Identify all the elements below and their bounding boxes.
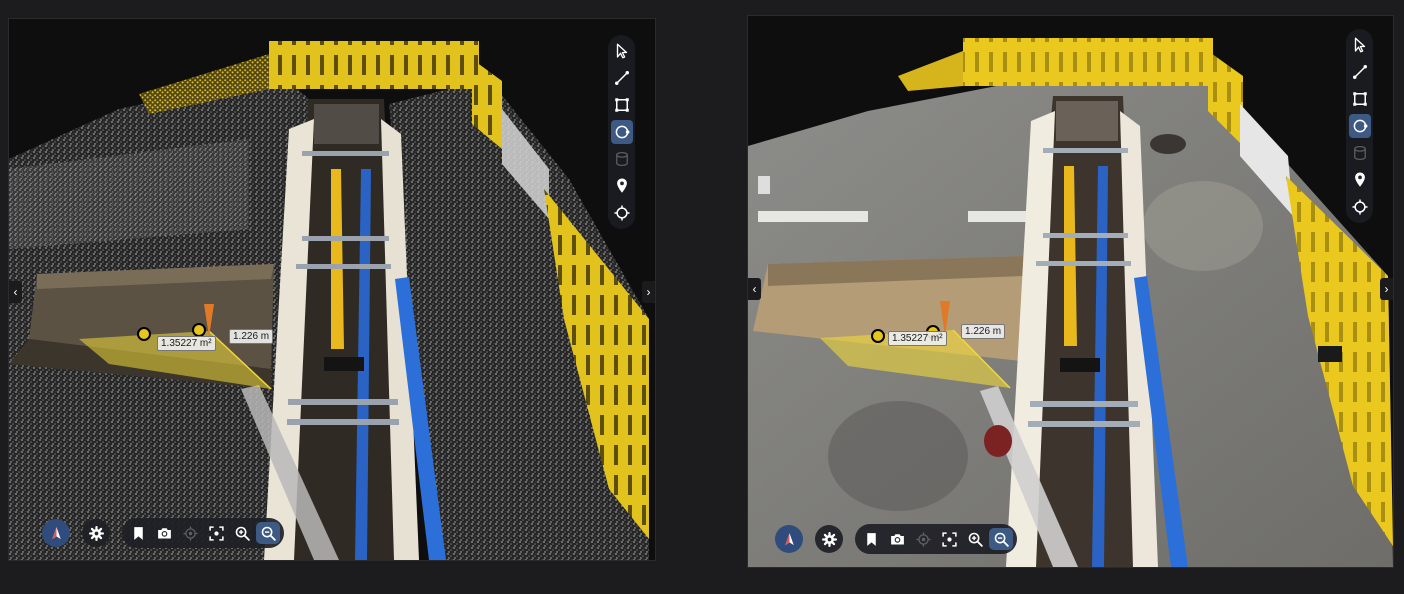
focus-icon — [208, 525, 224, 541]
bottom-controls — [775, 524, 1017, 554]
location-pin-icon — [1354, 172, 1365, 187]
target-icon — [182, 525, 198, 541]
zoom-in-button[interactable] — [230, 522, 254, 544]
camera-icon — [890, 533, 904, 544]
line-measure-icon — [614, 71, 629, 85]
compass-button[interactable] — [775, 525, 803, 553]
target-icon — [915, 531, 931, 547]
volume-measure-button[interactable] — [611, 147, 633, 171]
point-measure-button[interactable] — [611, 201, 633, 225]
volume-icon — [1353, 145, 1366, 161]
bottom-controls — [42, 518, 284, 548]
area-measure-button[interactable] — [611, 93, 633, 117]
compass-icon — [51, 526, 61, 539]
settings-button[interactable] — [82, 519, 110, 547]
zoom-out-icon — [994, 532, 1009, 547]
bookmark-icon — [133, 526, 143, 540]
place-marker-button[interactable] — [1349, 168, 1371, 192]
previous-view-arrow[interactable]: ‹ — [9, 281, 22, 303]
focus-icon — [941, 531, 957, 547]
gear-icon — [821, 531, 837, 547]
bookmark-icon — [866, 532, 876, 546]
previous-view-arrow[interactable]: ‹ — [748, 278, 761, 300]
point-cloud-viewer[interactable]: 1.35227 m² 1.226 m ‹ › — [8, 18, 656, 561]
locate-button[interactable] — [178, 522, 202, 544]
point-cloud-scene[interactable] — [9, 19, 655, 560]
locate-button[interactable] — [911, 528, 935, 550]
gear-icon — [88, 525, 104, 541]
area-measure-button[interactable] — [1349, 87, 1371, 111]
line-measure-button[interactable] — [611, 66, 633, 90]
textured-mesh-viewer[interactable]: 1.35227 m² 1.226 m ‹ › — [747, 15, 1394, 568]
area-measurement-label[interactable]: 1.35227 m² — [157, 336, 216, 351]
zoom-in-icon — [968, 532, 983, 547]
circle-measure-button[interactable] — [1348, 114, 1371, 138]
compass-icon — [784, 532, 794, 545]
next-view-arrow[interactable]: › — [642, 281, 655, 303]
volume-measure-button[interactable] — [1349, 141, 1371, 165]
measurement-toolbar — [1346, 29, 1373, 223]
place-marker-button[interactable] — [611, 174, 633, 198]
crosshair-icon — [1352, 199, 1367, 215]
location-pin-icon — [616, 178, 627, 193]
select-tool-button[interactable] — [611, 39, 633, 63]
volume-icon — [615, 151, 628, 167]
cursor-icon — [616, 43, 627, 59]
textured-mesh-scene[interactable] — [748, 16, 1393, 567]
bookmark-button[interactable] — [859, 528, 883, 550]
compass-button[interactable] — [42, 519, 70, 547]
crosshair-icon — [614, 205, 629, 221]
circle-measure-icon — [615, 125, 629, 139]
zoom-in-icon — [235, 526, 250, 541]
zoom-in-button[interactable] — [963, 528, 987, 550]
area-measure-icon — [1352, 92, 1367, 106]
distance-measurement-label[interactable]: 1.226 m — [229, 329, 274, 344]
screenshot-button[interactable] — [152, 522, 176, 544]
bookmark-button[interactable] — [126, 522, 150, 544]
settings-button[interactable] — [815, 525, 843, 553]
screenshot-button[interactable] — [885, 528, 909, 550]
circle-measure-icon — [1353, 119, 1367, 133]
zoom-out-button[interactable] — [256, 522, 280, 544]
view-controls-group — [122, 518, 284, 548]
fit-view-button[interactable] — [204, 522, 228, 544]
area-measure-icon — [614, 98, 629, 112]
measurement-toolbar — [608, 35, 635, 229]
next-view-arrow[interactable]: › — [1380, 278, 1393, 300]
circle-measure-button[interactable] — [610, 120, 633, 144]
zoom-out-button[interactable] — [989, 528, 1013, 550]
select-tool-button[interactable] — [1349, 33, 1371, 57]
fit-view-button[interactable] — [937, 528, 961, 550]
area-measurement-label[interactable]: 1.35227 m² — [888, 331, 947, 346]
line-measure-button[interactable] — [1349, 60, 1371, 84]
distance-measurement-label[interactable]: 1.226 m — [961, 324, 1006, 339]
point-measure-button[interactable] — [1349, 195, 1371, 219]
cursor-icon — [1354, 37, 1365, 53]
camera-icon — [157, 527, 171, 538]
view-controls-group — [855, 524, 1017, 554]
line-measure-icon — [1352, 65, 1367, 79]
zoom-out-icon — [261, 526, 276, 541]
